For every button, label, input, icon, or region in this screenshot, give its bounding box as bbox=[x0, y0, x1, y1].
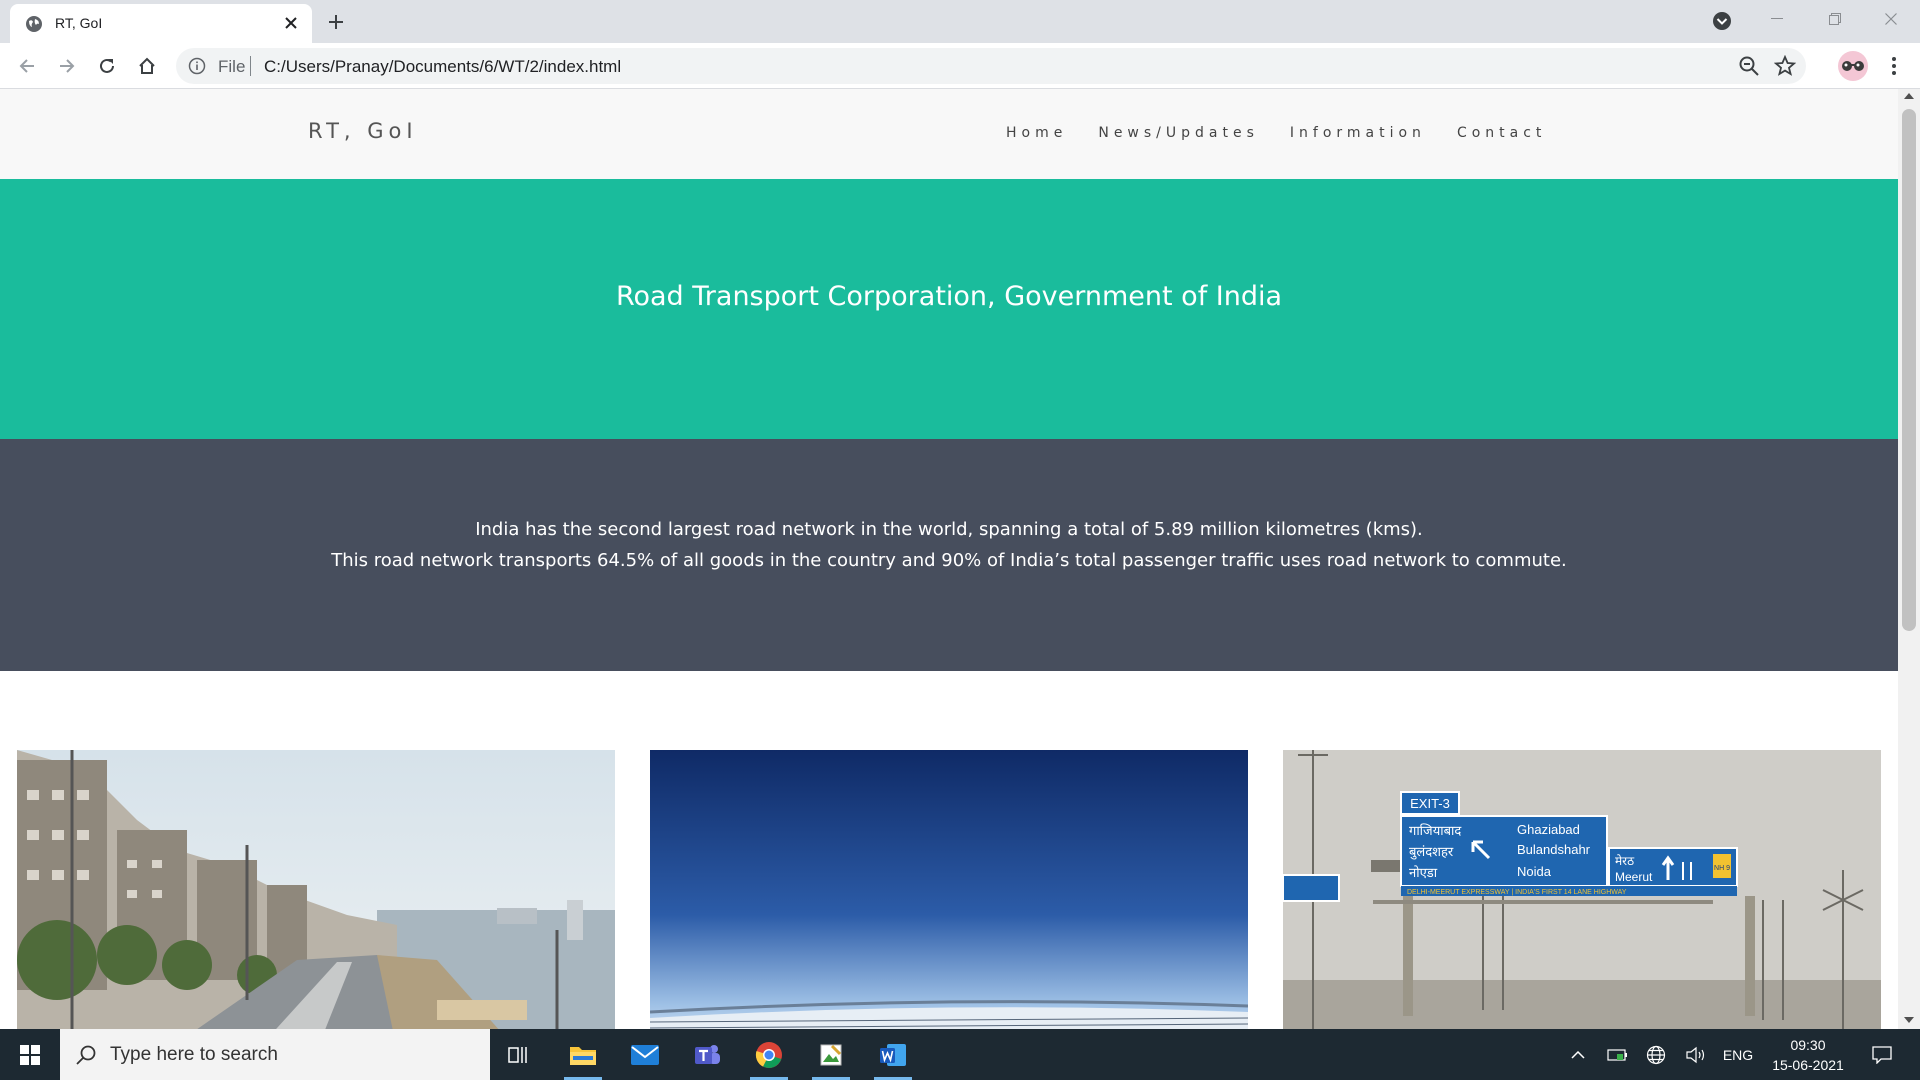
expressway-sign-photo: EXIT-3 गाजियाबाद बुलंदशहर नोएडा Ghaziaba… bbox=[1283, 750, 1881, 1029]
taskbar-search-placeholder: Type here to search bbox=[110, 1044, 278, 1065]
hero-title: Road Transport Corporation, Government o… bbox=[615, 281, 1283, 312]
restore-window-icon[interactable] bbox=[1806, 0, 1864, 38]
glasses-icon bbox=[1842, 61, 1864, 71]
zoom-icon[interactable] bbox=[1738, 55, 1760, 77]
minimize-window-icon[interactable] bbox=[1748, 0, 1806, 38]
sea-link-bridge-photo bbox=[650, 750, 1248, 1029]
volume-icon[interactable] bbox=[1682, 1029, 1710, 1080]
address-url[interactable]: C:/Users/Pranay/Documents/6/WT/2/index.h… bbox=[264, 57, 621, 77]
browser-menu-icon[interactable] bbox=[1880, 51, 1908, 81]
nav-information-link[interactable]: Information bbox=[1290, 125, 1426, 141]
sign-english-3: Noida bbox=[1517, 864, 1552, 879]
clock-date: 15-06-2021 bbox=[1772, 1057, 1844, 1073]
tab-search-icon[interactable] bbox=[1710, 9, 1734, 33]
taskbar-clock[interactable]: 09:30 15-06-2021 bbox=[1768, 1035, 1848, 1075]
address-bar[interactable]: File C:/Users/Pranay/Documents/6/WT/2/in… bbox=[176, 48, 1806, 84]
browser-tab[interactable]: RT, GoI bbox=[10, 4, 312, 43]
close-window-icon[interactable] bbox=[1862, 0, 1920, 38]
sign-right-english: Meerut bbox=[1615, 870, 1653, 884]
site-logo[interactable]: RT, GoI bbox=[308, 119, 418, 143]
info-icon[interactable] bbox=[188, 57, 206, 75]
nav-news-link[interactable]: News/Updates bbox=[1098, 125, 1259, 141]
windows-logo-icon bbox=[20, 1044, 40, 1065]
reload-button[interactable] bbox=[92, 51, 122, 81]
sign-english-2: Bulandshahr bbox=[1517, 842, 1591, 857]
show-hidden-icons-chevron-icon[interactable] bbox=[1566, 1029, 1590, 1080]
new-tab-button[interactable] bbox=[322, 8, 350, 36]
nav-contact-link[interactable]: Contact bbox=[1457, 125, 1546, 141]
word-icon[interactable] bbox=[866, 1029, 920, 1080]
forward-button[interactable] bbox=[52, 51, 82, 81]
intro-line-1: India has the second largest road networ… bbox=[475, 519, 1423, 540]
address-scheme-label: File bbox=[218, 57, 246, 76]
scroll-up-arrow-icon[interactable] bbox=[1904, 93, 1914, 99]
network-globe-icon[interactable] bbox=[1642, 1029, 1670, 1080]
sign-hindi-2: बुलंदशहर bbox=[1409, 845, 1454, 860]
bookmark-star-icon[interactable] bbox=[1774, 55, 1796, 77]
scroll-down-arrow-icon[interactable] bbox=[1904, 1017, 1914, 1023]
site-nav: Home News/Updates Information Contact bbox=[1006, 125, 1577, 141]
marine-drive-photo bbox=[17, 750, 615, 1029]
intro-line-2: This road network transports 64.5% of al… bbox=[331, 550, 1567, 571]
language-indicator[interactable]: ENG bbox=[1716, 1029, 1760, 1080]
search-icon bbox=[76, 1045, 96, 1065]
nav-home-link[interactable]: Home bbox=[1006, 125, 1067, 141]
intro-section: India has the second largest road networ… bbox=[0, 439, 1898, 671]
windows-taskbar: Type here to search ENG 09:30 15-06-2021 bbox=[0, 1029, 1920, 1080]
sign-english-1: Ghaziabad bbox=[1517, 822, 1580, 837]
browser-toolbar: File C:/Users/Pranay/Documents/6/WT/2/in… bbox=[0, 43, 1920, 89]
taskbar-search-box[interactable]: Type here to search bbox=[60, 1029, 490, 1080]
back-button[interactable] bbox=[12, 51, 42, 81]
hero-banner: Road Transport Corporation, Government o… bbox=[0, 179, 1898, 439]
address-divider bbox=[250, 56, 251, 76]
scroll-thumb[interactable] bbox=[1902, 109, 1916, 631]
sign-expressway-banner: DELHI-MEERUT EXPRESSWAY | INDIA'S FIRST … bbox=[1407, 889, 1627, 896]
sign-hindi-1: गाजियाबाद bbox=[1409, 823, 1462, 839]
profile-avatar[interactable] bbox=[1838, 51, 1868, 81]
site-header: RT, GoI Home News/Updates Information Co… bbox=[0, 89, 1898, 179]
battery-icon[interactable] bbox=[1604, 1029, 1632, 1080]
page-scrollbar[interactable] bbox=[1898, 89, 1920, 1029]
teams-icon[interactable] bbox=[680, 1029, 734, 1080]
sign-exit-text: EXIT-3 bbox=[1410, 796, 1450, 811]
task-view-icon[interactable] bbox=[492, 1029, 546, 1080]
sign-nh-badge: NH 9 bbox=[1714, 865, 1730, 872]
globe-icon bbox=[26, 16, 42, 32]
sign-right-hindi: मेरठ bbox=[1615, 854, 1635, 868]
browser-tab-strip: RT, GoI bbox=[0, 0, 1920, 43]
close-tab-icon[interactable] bbox=[280, 12, 302, 34]
tab-title: RT, GoI bbox=[55, 15, 103, 31]
file-explorer-icon[interactable] bbox=[556, 1029, 610, 1080]
start-button[interactable] bbox=[0, 1029, 60, 1080]
mail-icon[interactable] bbox=[618, 1029, 672, 1080]
chrome-icon[interactable] bbox=[742, 1029, 796, 1080]
sign-hindi-3: नोएडा bbox=[1409, 865, 1438, 881]
page-viewport: RT, GoI Home News/Updates Information Co… bbox=[0, 89, 1898, 1029]
notifications-icon[interactable] bbox=[1864, 1029, 1900, 1080]
home-button[interactable] bbox=[132, 51, 162, 81]
image-editor-icon[interactable] bbox=[804, 1029, 858, 1080]
clock-time: 09:30 bbox=[1790, 1037, 1826, 1053]
